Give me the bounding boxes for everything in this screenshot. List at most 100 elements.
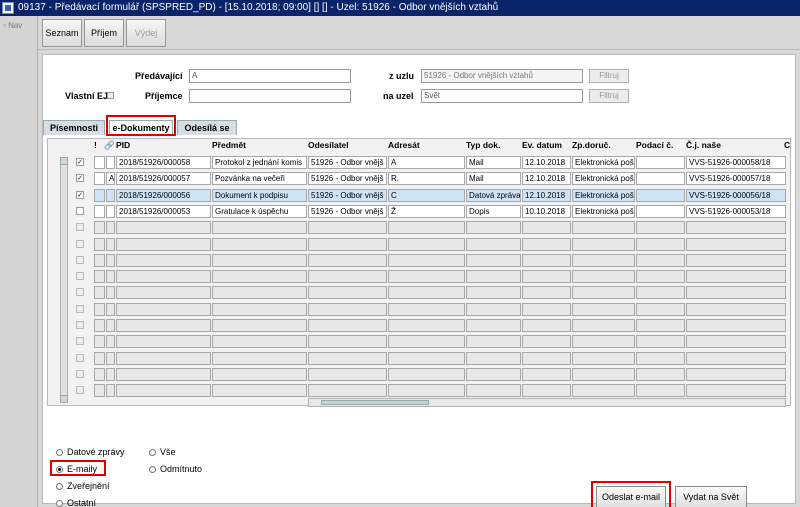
cell-predmet[interactable]: Pozvánka na večeři [212,172,307,186]
cell-excl[interactable] [94,351,105,365]
vlastni-ej-checkbox[interactable] [107,92,114,99]
cell-predmet[interactable]: Dokument k podpisu [212,188,307,202]
cell-odesilatel[interactable]: 51926 - Odbor vnějš [308,204,387,218]
cell-odesilatel[interactable] [308,384,387,398]
col-pid[interactable]: PID [116,139,130,152]
cell-pid[interactable] [116,367,211,381]
cell-cj[interactable] [686,302,786,316]
cell-adresat[interactable] [388,319,465,332]
cell-podaci[interactable] [636,319,685,332]
scroll-thumb[interactable] [321,400,429,405]
cell-typ[interactable]: Datová zpráva [466,188,521,202]
cell-pid[interactable] [116,335,211,349]
cell-datum[interactable] [522,384,571,398]
cell-typ[interactable]: Mail [466,172,521,186]
cell-adresat[interactable]: A [388,156,465,169]
col-more[interactable]: C [784,139,790,152]
cell-flag[interactable] [106,351,115,365]
cell-odesilatel[interactable] [308,351,387,365]
cell-datum[interactable] [522,270,571,284]
cell-typ[interactable] [466,286,521,300]
col-datum[interactable]: Ev. datum [522,139,562,152]
cell-flag[interactable] [106,188,115,202]
cell-podaci[interactable] [636,156,685,169]
cell-podaci[interactable] [636,237,685,251]
cell-zpdoruc[interactable] [572,221,635,235]
cell-podaci[interactable] [636,335,685,349]
cell-predmet[interactable] [212,351,307,365]
row-checkbox[interactable] [76,353,84,362]
cell-adresat[interactable] [388,270,465,284]
na-uzel-input[interactable]: Svět [421,89,583,103]
row-checkbox[interactable] [76,369,84,378]
cell-predmet[interactable] [212,221,307,235]
cell-predmet[interactable] [212,335,307,349]
row-checkbox[interactable] [76,288,84,297]
row-checkbox[interactable] [76,239,84,248]
cell-cj[interactable]: VVS-51926-000057/18 [686,172,786,186]
z-uzlu-input[interactable]: 51926 - Odbor vnějších vztahů [421,69,583,83]
row-checkbox[interactable] [76,272,84,281]
cell-excl[interactable] [94,319,105,332]
cell-predmet[interactable] [212,286,307,300]
cell-datum[interactable] [522,237,571,251]
cell-pid[interactable] [116,351,211,365]
cell-zpdoruc[interactable] [572,335,635,349]
cell-zpdoruc[interactable] [572,286,635,300]
nav-label[interactable]: ▫ Nav [3,21,22,30]
cell-podaci[interactable] [636,367,685,381]
cell-cj[interactable] [686,253,786,267]
row-checkbox[interactable] [76,337,84,346]
prijem-button[interactable]: Příjem [84,19,124,47]
cell-pid[interactable] [116,384,211,398]
cell-flag[interactable] [106,204,115,218]
cell-cj[interactable] [686,286,786,300]
prijemce-input[interactable] [189,89,351,103]
cell-podaci[interactable] [636,204,685,218]
cell-adresat[interactable] [388,286,465,300]
cell-podaci[interactable] [636,253,685,267]
cell-odesilatel[interactable] [308,319,387,332]
col-zpdoruc[interactable]: Zp.doruč. [572,139,611,152]
cell-odesilatel[interactable] [308,302,387,316]
cell-flag[interactable] [106,302,115,316]
cell-podaci[interactable] [636,286,685,300]
cell-podaci[interactable] [636,188,685,202]
cell-pid[interactable]: 2018/51926/000057 [116,172,211,186]
cell-pid[interactable] [116,302,211,316]
cell-pid[interactable] [116,270,211,284]
cell-predmet[interactable]: Gratulace k úspěchu [212,204,307,218]
cell-odesilatel[interactable]: 51926 - Odbor vnějš [308,156,387,169]
cell-zpdoruc[interactable]: Elektronická poš [572,204,635,218]
cell-flag[interactable] [106,221,115,235]
cell-excl[interactable] [94,286,105,300]
col-typ[interactable]: Typ dok. [466,139,500,152]
cell-adresat[interactable] [388,302,465,316]
cell-zpdoruc[interactable] [572,319,635,332]
cell-typ[interactable] [466,253,521,267]
cell-odesilatel[interactable] [308,221,387,235]
cell-predmet[interactable] [212,367,307,381]
col-adresat[interactable]: Adresát [388,139,420,152]
cell-excl[interactable] [94,253,105,267]
row-checkbox[interactable]: ✓ [76,158,84,166]
cell-datum[interactable] [522,319,571,332]
cell-excl[interactable] [94,367,105,381]
col-podaci[interactable]: Podací č. [636,139,673,152]
cell-excl[interactable] [94,204,105,218]
cell-excl[interactable] [94,172,105,186]
row-checkbox[interactable] [76,206,84,215]
cell-odesilatel[interactable] [308,270,387,284]
cell-datum[interactable] [522,335,571,349]
cell-adresat[interactable] [388,384,465,398]
cell-odesilatel[interactable] [308,367,387,381]
row-checkbox[interactable]: ✓ [76,190,84,199]
cell-flag[interactable] [106,237,115,251]
cell-datum[interactable] [522,367,571,381]
cell-adresat[interactable] [388,351,465,365]
cell-cj[interactable] [686,237,786,251]
cell-pid[interactable] [116,286,211,300]
cell-zpdoruc[interactable] [572,253,635,267]
radio-zverejneni[interactable] [56,483,63,490]
cell-adresat[interactable] [388,253,465,267]
